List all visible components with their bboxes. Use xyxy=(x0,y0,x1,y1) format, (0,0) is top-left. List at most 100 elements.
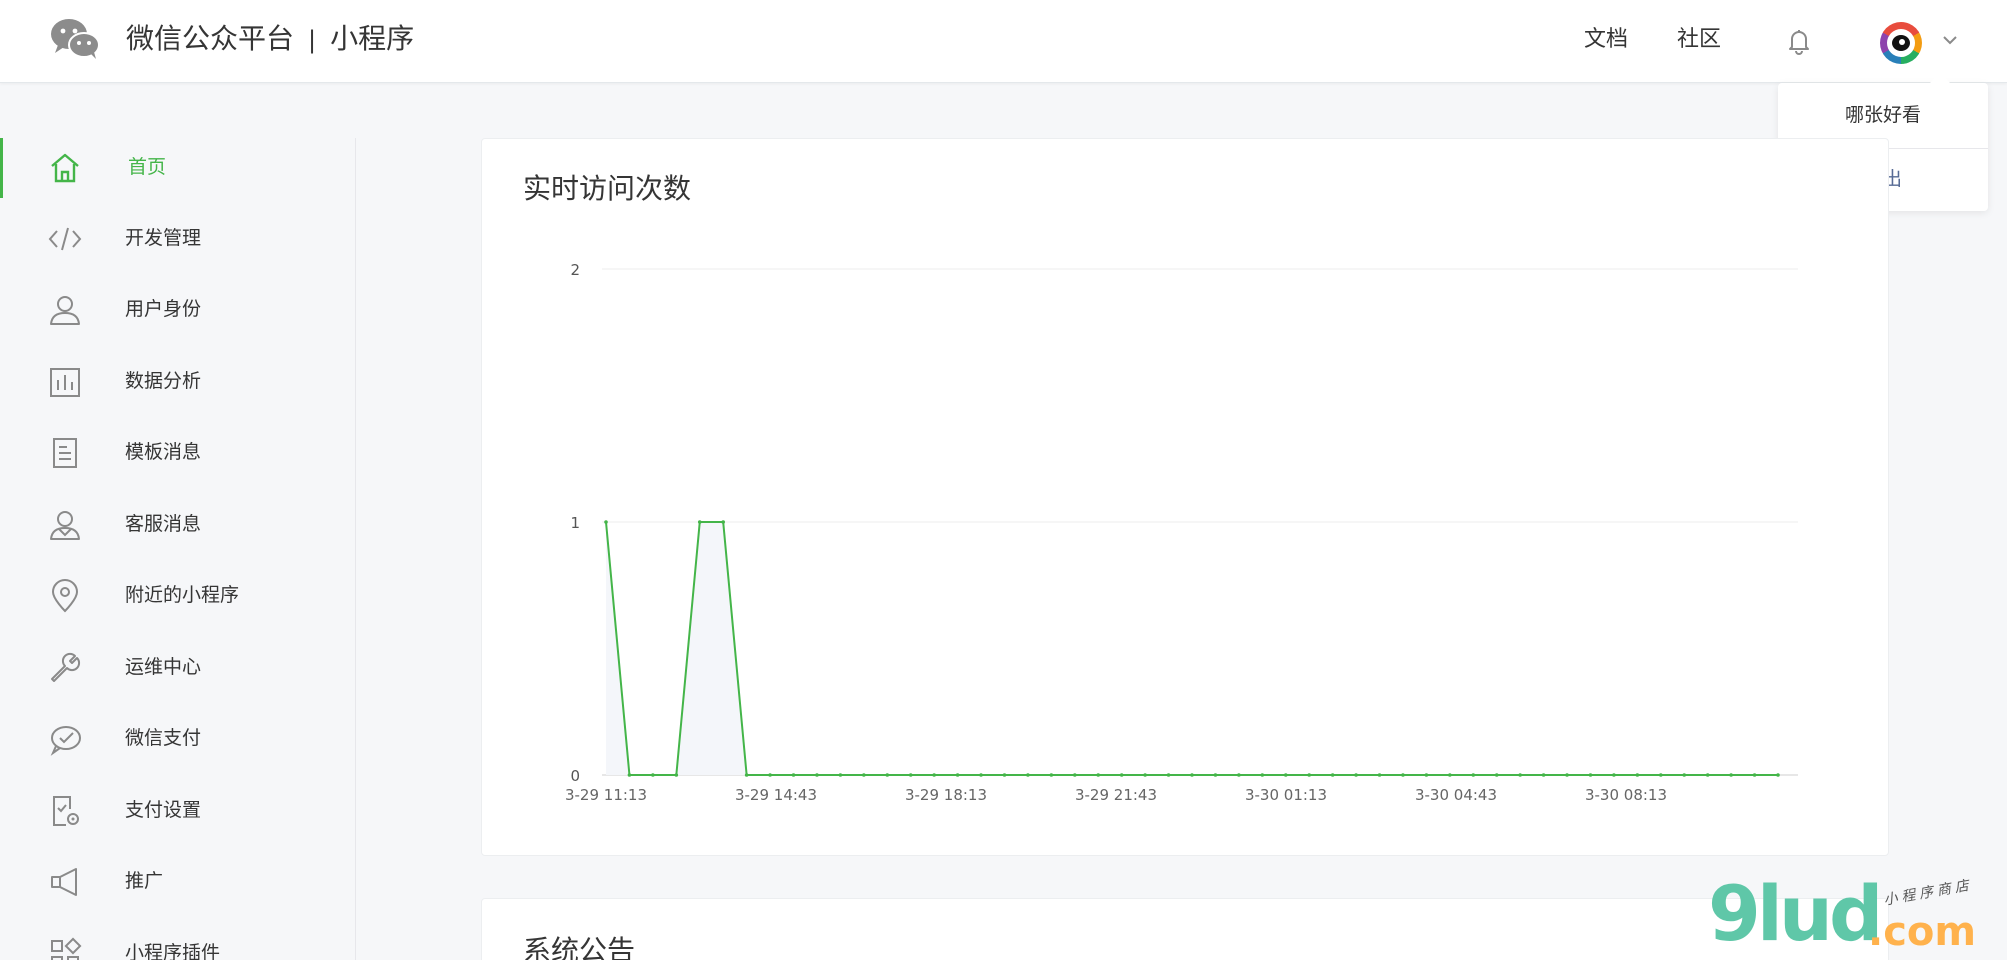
sidebar-item-data-analysis[interactable]: 数据分析 xyxy=(0,352,355,412)
data-point xyxy=(1307,773,1311,777)
wrench-icon xyxy=(51,652,81,682)
bell-icon[interactable] xyxy=(1784,26,1814,56)
chevron-down-icon[interactable] xyxy=(1940,30,1960,50)
data-point xyxy=(1401,773,1405,777)
community-link[interactable]: 社区 xyxy=(1677,24,1721,56)
data-point xyxy=(1260,773,1265,777)
x-tick-label: 3-30 04:43 xyxy=(1415,786,1497,804)
y-tick-label: 0 xyxy=(570,767,580,785)
data-point xyxy=(1659,773,1663,777)
document-icon xyxy=(53,438,77,468)
sidebar-item-home[interactable]: 首页 xyxy=(0,138,355,198)
brand-separator: | xyxy=(308,26,317,54)
data-point xyxy=(1752,773,1757,777)
series-area xyxy=(606,522,1778,775)
data-point xyxy=(627,773,632,777)
watermark-tagline: 小程序商店 xyxy=(1882,877,1974,909)
avatar-eye-icon xyxy=(1892,35,1910,51)
sidebar-item-payment-settings[interactable]: 支付设置 xyxy=(0,781,355,841)
data-point xyxy=(1471,773,1476,777)
data-point xyxy=(604,520,608,524)
data-point xyxy=(1119,773,1124,777)
data-point xyxy=(1635,773,1640,777)
sidebar-item-template-messages[interactable]: 模板消息 xyxy=(0,423,355,483)
data-point xyxy=(1166,773,1171,777)
data-point xyxy=(1237,773,1241,777)
sidebar-item-nearby[interactable]: 附近的小程序 xyxy=(0,566,355,626)
x-tick-label: 3-30 01:13 xyxy=(1245,786,1327,804)
data-point xyxy=(697,520,702,524)
announcement-title: 系统公告 xyxy=(523,934,636,960)
data-point xyxy=(1518,773,1522,777)
sidebar-item-label: 模板消息 xyxy=(125,441,202,463)
home-icon xyxy=(51,153,79,183)
data-point xyxy=(1776,773,1780,777)
sidebar-item-label: 客服消息 xyxy=(125,513,202,535)
data-point xyxy=(1354,773,1358,777)
data-point xyxy=(1002,773,1007,777)
data-point xyxy=(838,773,843,777)
data-point xyxy=(1190,773,1194,777)
data-point xyxy=(885,773,890,777)
sidebar-item-wechat-pay[interactable]: 微信支付 xyxy=(0,709,355,769)
x-tick-label: 3-29 14:43 xyxy=(735,786,817,804)
data-point xyxy=(768,773,772,777)
x-tick-label: 3-30 08:13 xyxy=(1585,786,1667,804)
watermark-suffix: .com xyxy=(1868,909,1977,955)
plugin-icon xyxy=(51,937,82,960)
code-icon xyxy=(48,227,82,251)
watermark-brand: 9lud xyxy=(1708,869,1883,958)
top-header: 微信公众平台 | 小程序 文档 社区 xyxy=(0,0,2007,83)
wechat-logo-icon xyxy=(51,19,100,59)
sidebar-item-label: 附近的小程序 xyxy=(125,584,240,606)
docs-link[interactable]: 文档 xyxy=(1584,24,1628,56)
data-point xyxy=(955,773,960,777)
data-point xyxy=(815,773,819,777)
wechat-pay-icon xyxy=(50,726,81,756)
account-name[interactable]: 哪张好看 xyxy=(1778,101,1988,129)
data-point xyxy=(932,773,936,777)
sidebar-item-dev-management[interactable]: 开发管理 xyxy=(0,209,355,269)
watermark-logo: 9lud .com 小程序商店 xyxy=(1708,874,1998,958)
user-icon xyxy=(50,296,80,325)
y-tick-label: 1 xyxy=(570,514,580,532)
product-name: 小程序 xyxy=(330,22,415,55)
data-point xyxy=(1283,773,1288,777)
megaphone-icon xyxy=(51,868,77,896)
sidebar-item-promotion[interactable]: 推广 xyxy=(0,852,355,912)
data-point xyxy=(1494,773,1499,777)
data-point xyxy=(1096,773,1101,777)
data-point xyxy=(1330,773,1335,777)
sidebar-item-label: 数据分析 xyxy=(125,370,202,392)
sidebar-item-ops-center[interactable]: 运维中心 xyxy=(0,638,355,698)
data-point xyxy=(1377,773,1382,777)
y-tick-label: 2 xyxy=(570,261,580,279)
data-point xyxy=(1213,773,1218,777)
data-point xyxy=(791,773,796,777)
realtime-visits-card: 实时访问次数 0 1 2 3-29 11:13 3-29 14:43 3-29 18:13… xyxy=(481,138,1889,856)
sidebar-item-label: 推广 xyxy=(125,870,164,892)
data-point xyxy=(674,773,679,777)
data-point xyxy=(744,773,749,777)
data-point xyxy=(1143,773,1147,777)
sidebar-item-plugins[interactable]: 小程序插件 xyxy=(0,924,355,960)
data-point xyxy=(1448,773,1452,777)
sidebar-item-label: 首页 xyxy=(128,156,167,178)
sidebar-item-label: 支付设置 xyxy=(125,799,202,821)
brand-title: 微信公众平台 | 小程序 xyxy=(126,20,414,59)
x-tick-label: 3-29 11:13 xyxy=(565,786,647,804)
data-point xyxy=(721,520,725,524)
sidebar-item-customer-service[interactable]: 客服消息 xyxy=(0,495,355,555)
series-line xyxy=(605,521,1778,776)
sidebar-item-label: 运维中心 xyxy=(125,656,202,678)
platform-name[interactable]: 微信公众平台 xyxy=(126,22,294,55)
sidebar-item-user-identity[interactable]: 用户身份 xyxy=(0,280,355,340)
data-point xyxy=(1541,773,1546,777)
sidebar-item-label: 开发管理 xyxy=(125,227,202,249)
data-point xyxy=(651,773,655,777)
data-point xyxy=(908,773,913,777)
data-point xyxy=(862,773,866,777)
realtime-visits-chart: 0 1 2 3-29 11:13 3-29 14:43 3-29 18:13 3-29 21… xyxy=(565,261,1798,804)
avatar[interactable] xyxy=(1880,22,1922,64)
data-point xyxy=(1073,773,1077,777)
